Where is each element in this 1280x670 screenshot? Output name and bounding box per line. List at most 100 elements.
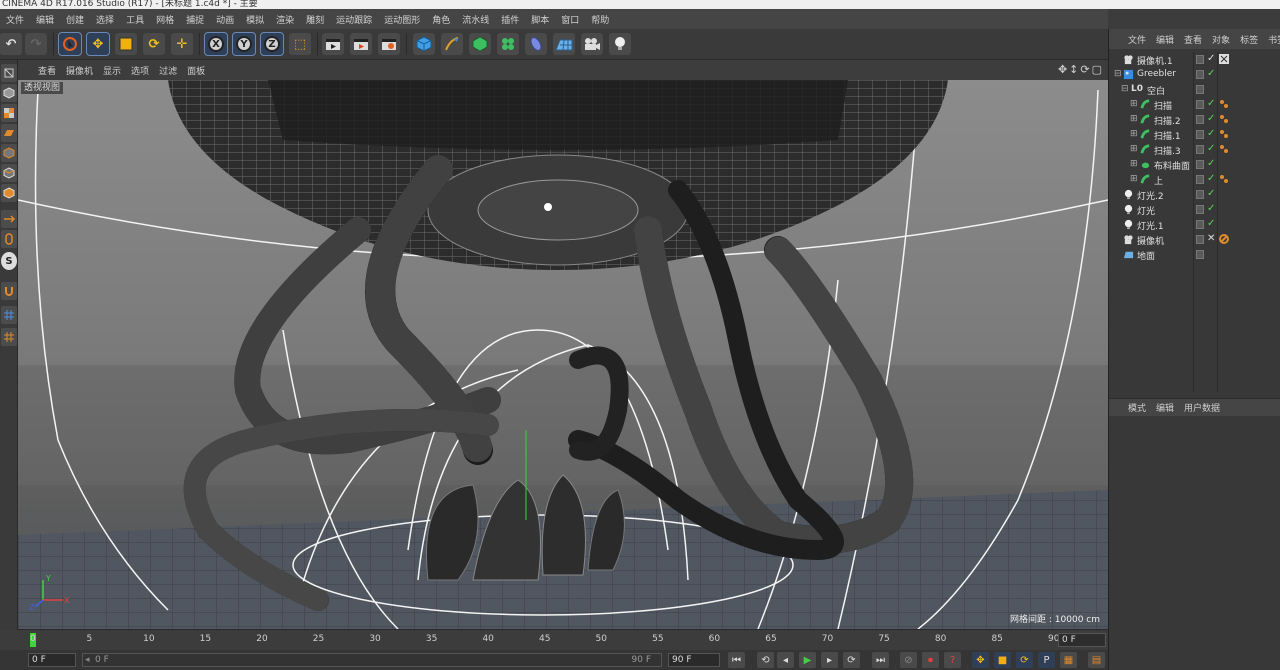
collapse-icon[interactable]: ⊟ <box>1121 84 1129 94</box>
om-menu-edit[interactable]: 编辑 <box>1151 33 1179 46</box>
menu-tools[interactable]: 工具 <box>120 13 150 26</box>
object-name[interactable]: 灯光.2 <box>1137 189 1164 202</box>
enable-toggle[interactable]: ✕ <box>1207 233 1215 244</box>
workplane-icon[interactable] <box>1 124 17 142</box>
expand-icon[interactable]: ⊞ <box>1130 114 1138 124</box>
timeline-window-icon[interactable]: ▤ <box>1088 652 1105 668</box>
visibility-toggle[interactable] <box>1196 205 1204 214</box>
attr-menu-mode[interactable]: 模式 <box>1123 401 1151 414</box>
render-settings-icon[interactable] <box>378 33 400 55</box>
menu-edit[interactable]: 编辑 <box>30 13 60 26</box>
visibility-toggle[interactable] <box>1196 250 1204 259</box>
object-row[interactable]: ⊞ 扫描.1 ✓ <box>1109 127 1280 142</box>
next-keyframe-icon[interactable]: ⟳ <box>843 652 860 668</box>
object-row[interactable]: ⊞ 扫描.3 ✓ <box>1109 142 1280 157</box>
enable-toggle[interactable]: ✓ <box>1207 173 1215 184</box>
object-name[interactable]: 灯光.1 <box>1137 219 1164 232</box>
perspective-viewport[interactable]: Y X Z 透视视图 网格间距 : 10000 cm <box>18 80 1108 629</box>
viewport-menu-options[interactable]: 选项 <box>126 64 154 77</box>
visibility-toggle[interactable] <box>1196 175 1204 184</box>
polygons-mode-icon[interactable] <box>1 184 17 202</box>
om-menu-objects[interactable]: 对象 <box>1207 33 1235 46</box>
cloner-icon[interactable] <box>497 33 519 55</box>
end-frame-field[interactable]: 90 F <box>668 653 720 667</box>
locked-workplane-icon[interactable] <box>1 328 17 346</box>
texture-mode-icon[interactable] <box>1 104 17 122</box>
phong-tag-icon[interactable] <box>1219 114 1229 124</box>
render-view-icon[interactable] <box>322 33 344 55</box>
viewport-menu-filter[interactable]: 过滤 <box>154 64 182 77</box>
menu-mesh[interactable]: 网格 <box>150 13 180 26</box>
object-list[interactable]: 摄像机.1 ✓ ⊟ Greebler ✓ ⊟ L0 空白 ⊞ 扫描 ✓ ⊞ 扫描… <box>1109 52 1280 392</box>
x-axis-lock-button[interactable]: X <box>204 32 228 56</box>
visibility-toggle[interactable] <box>1196 70 1204 79</box>
object-row[interactable]: 灯光.1 ✓ <box>1109 217 1280 232</box>
pen-spline-icon[interactable] <box>441 33 463 55</box>
points-mode-icon[interactable] <box>1 144 17 162</box>
object-row[interactable]: ⊞ 扫描.2 ✓ <box>1109 112 1280 127</box>
magnet-icon[interactable] <box>1 282 17 300</box>
current-frame-field[interactable]: 0 F <box>1058 633 1106 647</box>
undo-icon[interactable]: ↶ <box>0 33 22 55</box>
object-name[interactable]: 灯光 <box>1137 204 1155 217</box>
record-disabled-icon[interactable]: ⊘ <box>900 652 917 668</box>
object-row[interactable]: ⊟ Greebler ✓ <box>1109 67 1280 82</box>
redo-icon[interactable]: ↷ <box>25 33 47 55</box>
make-editable-icon[interactable] <box>1 64 17 82</box>
floor-icon[interactable] <box>553 33 575 55</box>
menu-character[interactable]: 角色 <box>426 13 456 26</box>
move-icon[interactable]: ✥ <box>86 32 110 56</box>
menu-file[interactable]: 文件 <box>0 13 30 26</box>
expand-icon[interactable]: ⊞ <box>1130 159 1138 169</box>
target-tag-icon[interactable] <box>1219 234 1229 244</box>
object-name[interactable]: 空白 <box>1147 84 1165 97</box>
attr-menu-edit[interactable]: 编辑 <box>1151 401 1179 414</box>
axis-mode-icon[interactable] <box>1 210 17 228</box>
preview-range-slider[interactable]: ◂ 0 F 90 F <box>82 653 662 667</box>
render-picture-viewer-icon[interactable] <box>350 33 372 55</box>
menu-render[interactable]: 渲染 <box>270 13 300 26</box>
goto-end-icon[interactable]: ⏭ <box>872 652 889 668</box>
object-row[interactable]: 地面 <box>1109 247 1280 262</box>
camera-icon[interactable] <box>581 33 603 55</box>
prev-keyframe-icon[interactable]: ⟲ <box>757 652 774 668</box>
enable-toggle[interactable]: ✓ <box>1207 158 1215 169</box>
cube-icon[interactable] <box>413 33 435 55</box>
object-name[interactable]: 摄像机.1 <box>1137 54 1173 67</box>
enable-toggle[interactable]: ✓ <box>1207 98 1215 109</box>
object-row[interactable]: ⊟ L0 空白 <box>1109 82 1280 97</box>
object-name[interactable]: 布料曲面 <box>1154 159 1190 172</box>
key-rotation-icon[interactable]: ⟳ <box>1016 652 1033 668</box>
y-axis-lock-button[interactable]: Y <box>232 32 256 56</box>
prev-frame-icon[interactable]: ◂ <box>777 652 794 668</box>
phong-tag-icon[interactable] <box>1219 174 1229 184</box>
om-menu-file[interactable]: 文件 <box>1123 33 1151 46</box>
timeline-ruler[interactable]: 0 5 10 15 20 25 30 35 40 45 50 55 60 65 70 75 80 85 90 0 F <box>18 629 1108 650</box>
viewport-navigation-icons[interactable]: ✥↕⟳▢ <box>1058 63 1104 76</box>
record-active-objects-icon[interactable]: ⏺ <box>922 652 939 668</box>
menu-plugins[interactable]: 插件 <box>495 13 525 26</box>
scale-icon[interactable] <box>115 33 137 55</box>
visibility-toggle[interactable] <box>1196 100 1204 109</box>
phong-tag-icon[interactable] <box>1219 144 1229 154</box>
visibility-toggle[interactable] <box>1196 55 1204 64</box>
autokey-icon[interactable]: ? <box>944 652 961 668</box>
goto-start-icon[interactable]: ⏮ <box>728 652 745 668</box>
viewport-menu-cameras[interactable]: 摄像机 <box>61 64 98 77</box>
light-icon[interactable] <box>609 33 631 55</box>
viewport-menu-panel[interactable]: 面板 <box>182 64 210 77</box>
key-parameter-button[interactable]: P <box>1038 652 1055 668</box>
enable-toggle[interactable]: ✓ <box>1207 53 1215 64</box>
expand-icon[interactable]: ⊞ <box>1130 144 1138 154</box>
visibility-toggle[interactable] <box>1196 85 1204 94</box>
expand-icon[interactable]: ⊞ <box>1130 174 1138 184</box>
visibility-toggle[interactable] <box>1196 160 1204 169</box>
live-select-icon[interactable] <box>58 32 82 56</box>
object-row[interactable]: ⊞ 扫描 ✓ <box>1109 97 1280 112</box>
subdivision-surface-icon[interactable] <box>469 33 491 55</box>
attr-menu-user-data[interactable]: 用户数据 <box>1179 401 1225 414</box>
rotate-icon[interactable]: ⟳ <box>143 33 165 55</box>
enable-toggle[interactable]: ✓ <box>1207 203 1215 214</box>
deformer-icon[interactable] <box>525 33 547 55</box>
menu-simulate[interactable]: 模拟 <box>240 13 270 26</box>
